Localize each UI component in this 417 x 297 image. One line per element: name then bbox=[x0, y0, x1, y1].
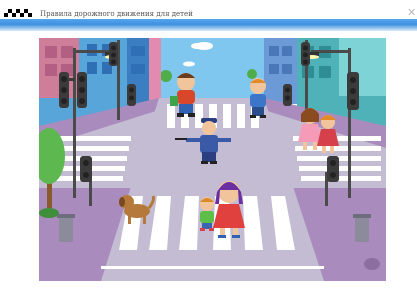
checkered-logo-icon bbox=[4, 9, 32, 17]
child-boy-green-shirt bbox=[200, 197, 214, 231]
window-title: Правила дорожного движения для детей bbox=[40, 10, 193, 18]
trash-bin-right bbox=[355, 216, 369, 242]
header-accent-bar bbox=[0, 19, 417, 31]
title-bar: Правила дорожного движения для детей ✕ bbox=[0, 0, 417, 19]
child-boy-blue-shirt bbox=[250, 78, 266, 118]
close-button[interactable]: ✕ bbox=[407, 7, 416, 18]
trash-bin-left bbox=[59, 216, 73, 242]
street-crossing-illustration bbox=[39, 38, 386, 281]
